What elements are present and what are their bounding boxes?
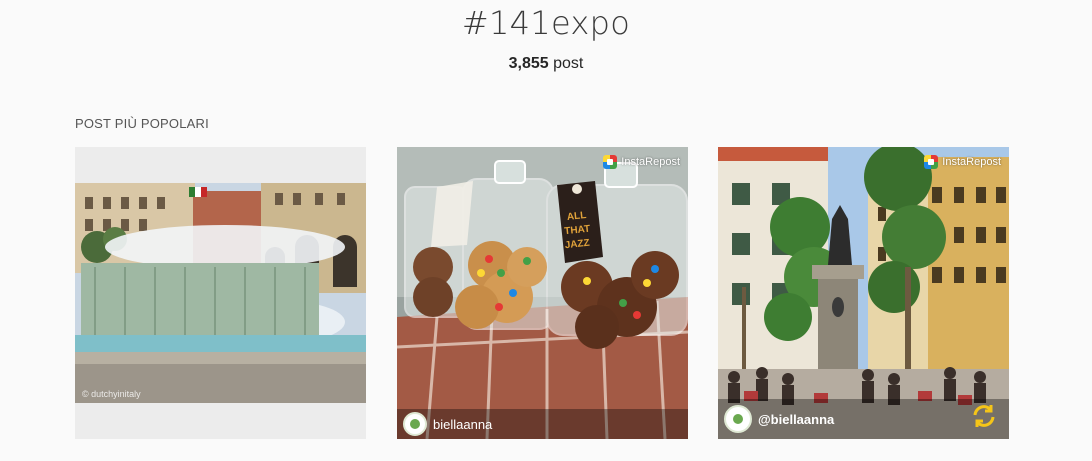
instarepost-label: InstaRepost (621, 156, 680, 168)
post-count-number: 3,855 (508, 55, 549, 72)
top-posts-grid: © dutchyinitaly ALL THAT JAZZ InstaRepos… (75, 147, 1010, 439)
refresh-icon[interactable] (971, 403, 997, 429)
jar-label-line1: ALL (566, 210, 586, 223)
cookies-photo: ALL THAT JAZZ (397, 147, 688, 439)
post-tile-piazza[interactable]: InstaRepost @biellaanna (718, 147, 1009, 439)
post-username[interactable]: @biellaanna (758, 412, 834, 427)
top-posts-heading: POST PIÙ POPOLARI (75, 116, 209, 131)
photo-watermark: © dutchyinitaly (82, 389, 141, 399)
avatar[interactable] (724, 405, 752, 433)
instarepost-badge: InstaRepost (924, 155, 1001, 169)
hashtag-title: #141expo (461, 4, 631, 42)
avatar[interactable] (403, 412, 427, 436)
instarepost-icon (924, 155, 939, 169)
post-user-strip: biellaanna (397, 409, 688, 439)
post-count: 3,855 post (0, 55, 1092, 73)
post-count-label: post (548, 55, 584, 72)
post-user-strip: @biellaanna (718, 399, 1009, 439)
instarepost-badge: InstaRepost (603, 155, 680, 169)
post-username[interactable]: biellaanna (433, 417, 492, 432)
instarepost-label: InstaRepost (942, 156, 1001, 168)
post-tile-cookies[interactable]: ALL THAT JAZZ InstaRepost biellaanna (397, 147, 688, 439)
instarepost-icon (603, 155, 618, 169)
piazza-photo (718, 147, 1009, 439)
post-tile-fountain[interactable]: © dutchyinitaly (75, 147, 366, 439)
